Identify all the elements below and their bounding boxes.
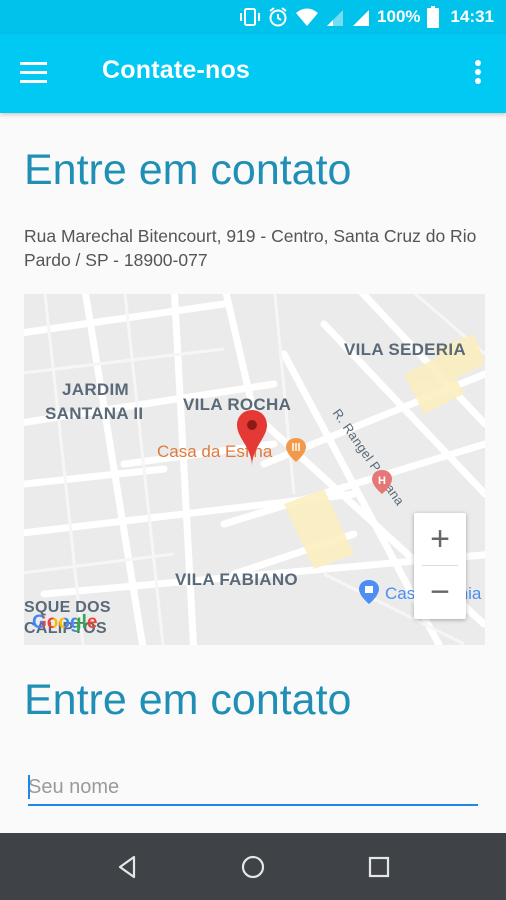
svg-text:H: H	[378, 475, 386, 487]
form-heading: Entre em contato	[24, 676, 352, 724]
signal-weak-icon	[325, 7, 345, 27]
map-label-santana-ii: SANTANA II	[45, 404, 144, 423]
home-circle-icon	[236, 855, 270, 887]
back-button[interactable]	[110, 851, 144, 883]
page-heading: Entre em contato	[24, 146, 352, 194]
text-cursor	[28, 775, 30, 799]
map-label-jardim: JARDIM	[62, 380, 129, 399]
overflow-menu-button[interactable]	[468, 58, 488, 90]
map-view[interactable]: VILA SEDERIA JARDIM SANTANA II VILA ROCH…	[24, 294, 485, 645]
vibrate-icon	[239, 7, 261, 27]
hamburger-icon	[20, 62, 60, 96]
map-label-vila-fabiano: VILA FABIANO	[175, 570, 298, 589]
name-input[interactable]	[28, 770, 478, 806]
alarm-icon	[267, 6, 289, 28]
name-field[interactable]	[28, 770, 478, 808]
status-bar: 100% 14:31	[0, 0, 506, 34]
zoom-controls: + −	[414, 513, 466, 619]
home-button[interactable]	[236, 851, 270, 883]
map-label-vila-sederia: VILA SEDERIA	[344, 340, 466, 359]
shopping-icon[interactable]	[358, 579, 380, 610]
recents-square-icon	[362, 856, 396, 887]
wifi-icon	[295, 7, 319, 27]
back-triangle-icon	[110, 855, 144, 887]
signal-icon	[351, 7, 371, 27]
location-pin-icon[interactable]	[235, 408, 269, 473]
menu-button[interactable]	[20, 56, 60, 92]
more-vert-icon	[468, 60, 488, 94]
google-logo[interactable]: Google	[32, 612, 97, 634]
google-logo-text: Google	[32, 612, 98, 633]
app-title: Contate-nos	[102, 56, 251, 84]
zoom-in-button[interactable]: +	[414, 513, 466, 566]
clock: 14:31	[450, 7, 494, 26]
hospital-icon[interactable]: H	[371, 469, 393, 500]
battery-text: 100%	[377, 7, 421, 26]
zoom-out-button[interactable]: −	[414, 566, 466, 619]
recents-button[interactable]	[362, 851, 396, 883]
system-nav-bar	[0, 833, 506, 900]
restaurant-icon[interactable]	[285, 437, 307, 468]
app-bar: Contate-nos	[0, 34, 506, 113]
address-text: Rua Marechal Bitencourt, 919 - Centro, S…	[24, 226, 477, 270]
battery-icon	[426, 6, 439, 28]
